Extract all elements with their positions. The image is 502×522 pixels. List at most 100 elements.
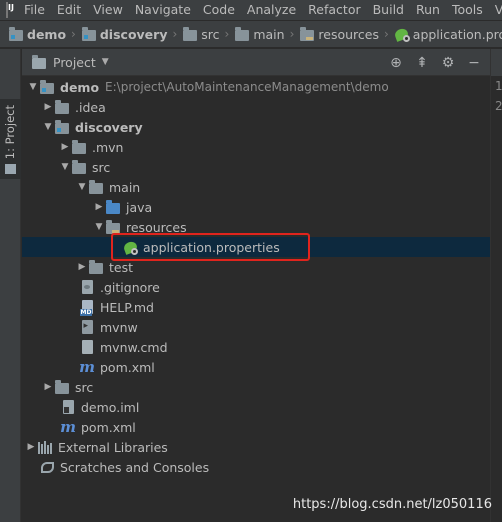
menu-edit[interactable]: Edit [51, 0, 87, 20]
collapse-arrow-icon[interactable]: ▶ [93, 202, 105, 212]
expand-arrow-icon[interactable]: ▼ [93, 222, 105, 232]
tree-node-scratches[interactable]: Scratches and Consoles [22, 457, 490, 477]
project-stripe-label[interactable]: 1: Project [3, 105, 17, 159]
module-folder-icon [8, 26, 24, 42]
locate-icon[interactable]: ⊕ [388, 56, 404, 70]
source-folder-icon [105, 199, 121, 215]
tree-node-demo-iml[interactable]: demo.iml [22, 397, 490, 417]
tree-node-java[interactable]: ▶ java [22, 197, 490, 217]
expand-arrow-icon[interactable]: ▼ [59, 162, 71, 172]
editor-tab-bar [491, 49, 502, 76]
folder-icon [71, 159, 87, 175]
resources-folder-icon [299, 26, 315, 42]
collapse-arrow-icon[interactable]: ▶ [42, 382, 54, 392]
module-folder-icon [54, 119, 70, 135]
chevron-right-icon: › [289, 27, 295, 41]
collapse-arrow-icon[interactable]: ▶ [25, 442, 37, 452]
menu-refactor[interactable]: Refactor [302, 0, 366, 20]
tree-node-idea[interactable]: ▶ .idea [22, 97, 490, 117]
scratches-icon [39, 459, 55, 475]
spring-properties-icon [122, 239, 138, 255]
iml-file-icon [60, 399, 76, 415]
gitignore-file-icon [79, 279, 95, 295]
line-number: 1 [495, 79, 502, 93]
expand-arrow-icon[interactable]: ▼ [27, 82, 39, 92]
tree-node-test[interactable]: ▶ test [22, 257, 490, 277]
intellij-logo-icon[interactable] [6, 2, 14, 18]
menu-build[interactable]: Build [367, 0, 410, 20]
folder-icon [234, 26, 250, 42]
module-folder-icon [81, 26, 97, 42]
folder-icon [71, 139, 87, 155]
collapse-arrow-icon[interactable]: ▶ [59, 142, 71, 152]
folder-icon [88, 179, 104, 195]
menu-tools[interactable]: Tools [446, 0, 489, 20]
breadcrumb: demo › discovery › src › main › resource… [0, 21, 502, 48]
collapse-arrow-icon[interactable]: ▶ [76, 262, 88, 272]
tree-node-resources[interactable]: ▼ resources [22, 217, 490, 237]
shell-script-icon [79, 319, 95, 335]
folder-icon [54, 99, 70, 115]
cmd-file-icon [79, 339, 95, 355]
chevron-right-icon: › [224, 27, 230, 41]
breadcrumb-application-properties[interactable]: application.properties [393, 26, 502, 42]
settings-gear-icon[interactable]: ⚙ [440, 56, 456, 70]
tree-node-demo[interactable]: ▼ demo E:\project\AutoMaintenanceManagem… [22, 77, 490, 97]
line-number: 2 [495, 99, 502, 113]
module-path: E:\project\AutoMaintenanceManagement\dem… [105, 80, 389, 94]
chevron-right-icon: › [383, 27, 389, 41]
tree-node-help-md[interactable]: HELP.md [22, 297, 490, 317]
menu-file[interactable]: File [18, 0, 51, 20]
tree-node-discovery[interactable]: ▼ discovery [22, 117, 490, 137]
panel-title: Project [53, 54, 96, 70]
left-tool-stripe: 1: Project [0, 49, 21, 522]
tree-node-main[interactable]: ▼ main [22, 177, 490, 197]
collapse-all-icon[interactable]: ⇞ [414, 56, 430, 70]
folder-icon [88, 259, 104, 275]
editor-area[interactable]: 1 2 [490, 49, 502, 522]
tree-node-mvnw-cmd[interactable]: mvnw.cmd [22, 337, 490, 357]
menu-bar: File Edit View Navigate Code Analyze Ref… [0, 0, 502, 20]
markdown-file-icon [79, 299, 95, 316]
tree-node-application-properties[interactable]: application.properties [22, 237, 490, 257]
maven-icon: m [60, 418, 76, 436]
resources-folder-icon [105, 219, 121, 235]
chevron-right-icon: › [71, 27, 76, 41]
tree-node-gitignore[interactable]: .gitignore [22, 277, 490, 297]
tree-node-mvn[interactable]: ▶ .mvn [22, 137, 490, 157]
tree-node-src-root[interactable]: ▶ src [22, 377, 490, 397]
tree-node-pom-xml-root[interactable]: m pom.xml [22, 417, 490, 437]
maven-icon: m [79, 358, 95, 376]
breadcrumb-demo[interactable]: demo [8, 26, 66, 42]
expand-arrow-icon[interactable]: ▼ [42, 122, 54, 132]
menu-run[interactable]: Run [410, 0, 446, 20]
menu-code[interactable]: Code [197, 0, 241, 20]
menu-analyze[interactable]: Analyze [241, 0, 302, 20]
spring-properties-icon [393, 26, 410, 42]
chevron-right-icon: › [172, 27, 178, 41]
project-icon [31, 54, 47, 70]
breadcrumb-discovery[interactable]: discovery [81, 26, 167, 42]
breadcrumb-src[interactable]: src [182, 26, 220, 42]
collapse-arrow-icon[interactable]: ▶ [42, 102, 54, 112]
folder-icon [182, 26, 198, 42]
breadcrumb-resources[interactable]: resources [299, 26, 379, 42]
folder-icon [5, 164, 16, 174]
tree-node-external-libraries[interactable]: ▶ External Libraries [22, 437, 490, 457]
tree-node-mvnw[interactable]: mvnw [22, 317, 490, 337]
module-folder-icon [39, 79, 55, 95]
tree-node-pom-xml[interactable]: m pom.xml [22, 357, 490, 377]
hide-icon[interactable]: − [466, 56, 482, 70]
menu-view[interactable]: View [87, 0, 129, 20]
menu-navigate[interactable]: Navigate [129, 0, 197, 20]
project-panel-header: Project ▼ ⊕ ⇞ ⚙ − [22, 49, 490, 76]
project-tree[interactable]: ▼ demo E:\project\AutoMaintenanceManagem… [22, 77, 490, 522]
libraries-icon [37, 439, 53, 455]
project-view-selector[interactable]: Project ▼ [31, 54, 109, 70]
folder-icon [54, 379, 70, 395]
menu-vcs[interactable]: VCS [489, 0, 502, 20]
breadcrumb-main[interactable]: main [234, 26, 285, 42]
tree-node-src[interactable]: ▼ src [22, 157, 490, 177]
expand-arrow-icon[interactable]: ▼ [76, 182, 88, 192]
watermark: https://blog.csdn.net/lz050116 [292, 497, 492, 512]
